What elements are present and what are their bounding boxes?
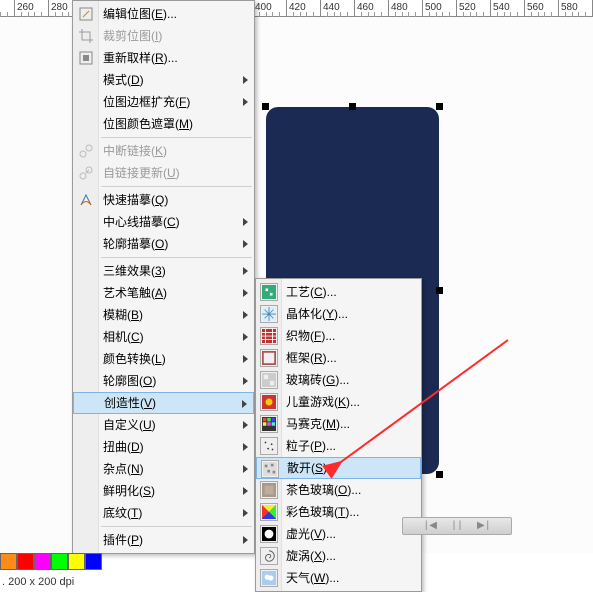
- selection-handle[interactable]: [262, 103, 269, 110]
- submenu-arrow-icon: [243, 311, 248, 319]
- menu-item[interactable]: 散开(S)...: [256, 457, 421, 479]
- menu-item[interactable]: 天气(W)...: [256, 567, 421, 589]
- edit-bitmap-icon: [77, 5, 95, 23]
- mosaic-icon: [260, 415, 278, 433]
- menu-item[interactable]: 相机(C): [73, 326, 254, 348]
- selection-handle[interactable]: [436, 103, 443, 110]
- menu-item[interactable]: 织物(F)...: [256, 325, 421, 347]
- color-swatch[interactable]: [0, 553, 17, 570]
- menu-item[interactable]: 颜色转换(L): [73, 348, 254, 370]
- menu-item[interactable]: 晶体化(Y)...: [256, 303, 421, 325]
- menu-item[interactable]: 玻璃砖(G)...: [256, 369, 421, 391]
- menu-item[interactable]: 鲜明化(S): [73, 480, 254, 502]
- frame-icon: [260, 349, 278, 367]
- menu-item[interactable]: 轮廓图(O): [73, 370, 254, 392]
- scroll-widget[interactable]: |◀ || ▶|: [402, 517, 512, 535]
- menu-item[interactable]: 轮廓描摹(O): [73, 233, 254, 255]
- submenu-arrow-icon: [243, 333, 248, 341]
- menu-item[interactable]: 儿童游戏(K)...: [256, 391, 421, 413]
- submenu-arrow-icon: [243, 487, 248, 495]
- submenu-arrow-icon: [243, 536, 248, 544]
- menu-item[interactable]: 编辑位图(E)...: [73, 3, 254, 25]
- smoked-glass-icon: [260, 481, 278, 499]
- menu-item[interactable]: 位图颜色遮罩(M): [73, 113, 254, 135]
- menu-item[interactable]: 底纹(T): [73, 502, 254, 524]
- submenu-arrow-icon: [243, 240, 248, 248]
- menu-item[interactable]: 框架(R)...: [256, 347, 421, 369]
- menu-item[interactable]: 模式(D): [73, 69, 254, 91]
- menu-item[interactable]: 创造性(V): [73, 392, 254, 414]
- craft-icon: [260, 283, 278, 301]
- menu-item: 中断链接(K): [73, 140, 254, 162]
- menu-item[interactable]: 旋涡(X)...: [256, 545, 421, 567]
- submenu-arrow-icon: [243, 377, 248, 385]
- creative-submenu[interactable]: 工艺(C)...晶体化(Y)...织物(F)...框架(R)...玻璃砖(G).…: [255, 278, 422, 592]
- particle-icon: [260, 437, 278, 455]
- menu-item[interactable]: 三维效果(3): [73, 260, 254, 282]
- menu-item[interactable]: 马赛克(M)...: [256, 413, 421, 435]
- selection-handle[interactable]: [436, 471, 443, 478]
- menu-item[interactable]: 重新取样(R)...: [73, 47, 254, 69]
- crystallize-icon: [260, 305, 278, 323]
- submenu-arrow-icon: [243, 443, 248, 451]
- menu-item: 自链接更新(U): [73, 162, 254, 184]
- menu-item[interactable]: 中心线描摹(C): [73, 211, 254, 233]
- submenu-arrow-icon: [243, 421, 248, 429]
- selection-handle[interactable]: [436, 287, 443, 294]
- menu-item[interactable]: 模糊(B): [73, 304, 254, 326]
- menu-item: 裁剪位图(I): [73, 25, 254, 47]
- color-swatch[interactable]: [68, 553, 85, 570]
- glass-block-icon: [260, 371, 278, 389]
- color-swatch[interactable]: [85, 553, 102, 570]
- stained-glass-icon: [260, 503, 278, 521]
- scroll-right-icon[interactable]: ▶|: [477, 520, 491, 532]
- trace-icon: [77, 191, 95, 209]
- menu-item[interactable]: 虚光(V)...: [256, 523, 421, 545]
- resample-icon: [77, 49, 95, 67]
- vortex-icon: [260, 547, 278, 565]
- menu-item[interactable]: 快速描摹(Q): [73, 189, 254, 211]
- menu-item[interactable]: 杂点(N): [73, 458, 254, 480]
- menu-item[interactable]: 工艺(C)...: [256, 281, 421, 303]
- color-swatch[interactable]: [17, 553, 34, 570]
- crop-bitmap-icon: [77, 27, 95, 45]
- selection-handle[interactable]: [349, 103, 356, 110]
- color-swatch[interactable]: [51, 553, 68, 570]
- kids-icon: [260, 393, 278, 411]
- weather-icon: [260, 569, 278, 587]
- menu-item[interactable]: 粒子(P)...: [256, 435, 421, 457]
- submenu-arrow-icon: [243, 465, 248, 473]
- menu-item[interactable]: 位图边框扩充(F): [73, 91, 254, 113]
- break-link-icon: [77, 142, 95, 160]
- menu-item[interactable]: 插件(P): [73, 529, 254, 551]
- scroll-mid-icon[interactable]: ||: [451, 521, 463, 532]
- vignette-icon: [260, 525, 278, 543]
- scroll-left-icon[interactable]: |◀: [423, 520, 437, 532]
- scatter-icon: [261, 460, 279, 478]
- submenu-arrow-icon: [242, 400, 247, 408]
- submenu-arrow-icon: [243, 98, 248, 106]
- submenu-arrow-icon: [243, 355, 248, 363]
- submenu-arrow-icon: [243, 218, 248, 226]
- menu-item[interactable]: 艺术笔触(A): [73, 282, 254, 304]
- fabric-icon: [260, 327, 278, 345]
- status-text: . 200 x 200 dpi: [2, 576, 74, 588]
- color-swatch[interactable]: [34, 553, 51, 570]
- submenu-arrow-icon: [243, 76, 248, 84]
- menu-item[interactable]: 扭曲(D): [73, 436, 254, 458]
- color-swatches[interactable]: [0, 553, 102, 570]
- submenu-arrow-icon: [243, 509, 248, 517]
- menu-item[interactable]: 彩色玻璃(T)...: [256, 501, 421, 523]
- menu-item[interactable]: 茶色玻璃(O)...: [256, 479, 421, 501]
- submenu-arrow-icon: [243, 289, 248, 297]
- menu-item[interactable]: 自定义(U): [73, 414, 254, 436]
- submenu-arrow-icon: [243, 267, 248, 275]
- update-link-icon: [77, 164, 95, 182]
- bitmap-menu[interactable]: 编辑位图(E)...裁剪位图(I)重新取样(R)...模式(D)位图边框扩充(F…: [72, 0, 255, 554]
